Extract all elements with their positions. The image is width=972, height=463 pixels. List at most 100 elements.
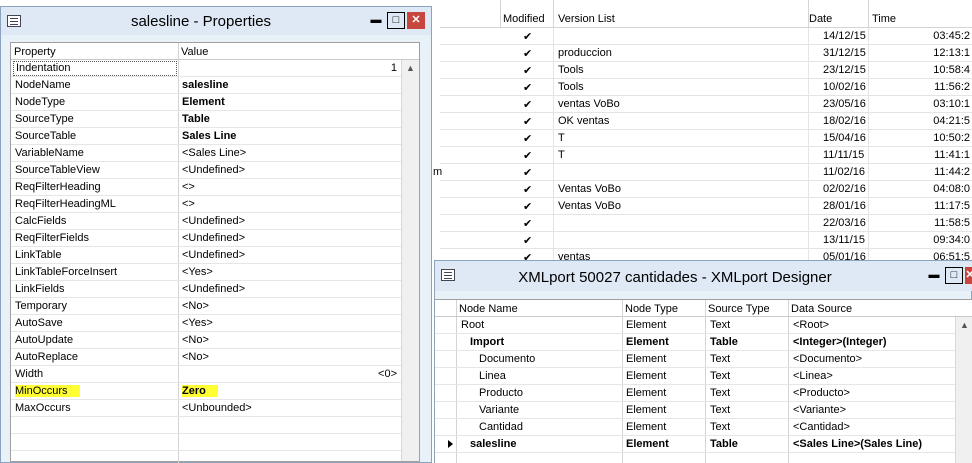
property-row[interactable]: AutoReplace <No> bbox=[11, 349, 401, 366]
minimize-button[interactable]: ▬ bbox=[925, 267, 943, 284]
properties-window: salesline - Properties ▬ □ ✕ Property Va… bbox=[0, 6, 432, 463]
background-list-row[interactable]: ✔ produccion 31/12/15 12:13:1 bbox=[440, 45, 972, 62]
property-row[interactable]: NodeName salesline bbox=[11, 77, 401, 94]
background-list-row[interactable]: ✔ 14/12/15 03:45:2 bbox=[440, 28, 972, 45]
property-value[interactable]: <> bbox=[182, 181, 195, 193]
xmlport-node-row[interactable]: salesline Element Table <Sales Line>(Sales … bbox=[435, 436, 955, 453]
scroll-up-icon[interactable]: ▲ bbox=[960, 320, 969, 330]
property-row[interactable]: Temporary <No> bbox=[11, 298, 401, 315]
property-value[interactable]: <Undefined> bbox=[182, 232, 245, 244]
background-list-row[interactable]: ✔ Tools 23/12/15 10:58:4 bbox=[440, 62, 972, 79]
property-row[interactable]: MaxOccurs <Unbounded> bbox=[11, 400, 401, 417]
xmlport-scrollbar[interactable]: ▲ bbox=[955, 317, 972, 463]
property-value[interactable]: <Sales Line> bbox=[182, 147, 246, 159]
property-value[interactable]: <Undefined> bbox=[182, 164, 245, 176]
node-type-cell: Element bbox=[626, 336, 669, 348]
minimize-button[interactable]: ▬ bbox=[367, 12, 385, 29]
property-value[interactable]: Table bbox=[182, 113, 210, 125]
xmlport-node-row[interactable]: Variante Element Text <Variante> bbox=[435, 402, 955, 419]
property-value[interactable]: <0> bbox=[378, 368, 397, 380]
background-list-row[interactable]: ✔ T 11/11/15 11:41:1 bbox=[440, 147, 972, 164]
property-row[interactable]: LinkFields <Undefined> bbox=[11, 281, 401, 298]
property-row[interactable]: ReqFilterFields <Undefined> bbox=[11, 230, 401, 247]
background-list-row[interactable]: ✔ Ventas VoBo 28/01/16 11:17:5 bbox=[440, 198, 972, 215]
property-row[interactable]: Width <0> bbox=[11, 366, 401, 383]
property-value[interactable]: Sales Line bbox=[182, 130, 236, 142]
property-row[interactable]: AutoSave <Yes> bbox=[11, 315, 401, 332]
property-name: VariableName bbox=[15, 147, 84, 159]
time-cell: 09:34:0 bbox=[933, 234, 970, 246]
xmlport-node-row[interactable]: Linea Element Text <Linea> bbox=[435, 368, 955, 385]
property-value[interactable]: Zero bbox=[182, 385, 218, 397]
property-row[interactable]: VariableName <Sales Line> bbox=[11, 145, 401, 162]
property-value[interactable]: <Undefined> bbox=[182, 283, 245, 295]
column-header-time[interactable]: Time bbox=[872, 13, 896, 25]
property-row[interactable]: Indentation 1 bbox=[11, 60, 401, 77]
property-row[interactable]: LinkTable <Undefined> bbox=[11, 247, 401, 264]
background-list-row[interactable]: ✔ 11/02/16 11:44:2 bbox=[440, 164, 972, 181]
background-list-row[interactable]: ✔ OK ventas 18/02/16 04:21:5 bbox=[440, 113, 972, 130]
property-name: LinkTable bbox=[15, 249, 62, 261]
close-button[interactable]: ✕ bbox=[965, 267, 972, 284]
node-type-cell: Element bbox=[626, 387, 667, 399]
close-button[interactable]: ✕ bbox=[407, 12, 425, 29]
property-row[interactable]: CalcFields <Undefined> bbox=[11, 213, 401, 230]
property-value[interactable]: <Undefined> bbox=[182, 249, 245, 261]
column-header-node-type[interactable]: Node Type bbox=[625, 303, 678, 315]
properties-title-bar[interactable]: salesline - Properties ▬ □ ✕ bbox=[1, 7, 431, 35]
xmlport-node-row[interactable]: Producto Element Text <Producto> bbox=[435, 385, 955, 402]
modified-checkmark-icon: ✔ bbox=[523, 235, 533, 247]
property-row[interactable]: LinkTableForceInsert <Yes> bbox=[11, 264, 401, 281]
property-value[interactable]: <> bbox=[182, 198, 195, 210]
column-header-version-list[interactable]: Version List bbox=[558, 13, 615, 25]
column-header-source-type[interactable]: Source Type bbox=[708, 303, 770, 315]
maximize-button[interactable]: □ bbox=[387, 12, 405, 29]
background-list-row[interactable]: ✔ Ventas VoBo 02/02/16 04:08:0 bbox=[440, 181, 972, 198]
property-value[interactable]: Element bbox=[182, 96, 225, 108]
property-row[interactable]: SourceTable Sales Line bbox=[11, 128, 401, 145]
property-value[interactable]: <Unbounded> bbox=[182, 402, 252, 414]
data-source-cell: <Producto> bbox=[793, 387, 850, 399]
column-header-data-source[interactable]: Data Source bbox=[791, 303, 852, 315]
xmlport-window-title: XMLport 50027 cantidades - XMLport Desig… bbox=[518, 269, 832, 286]
node-name-cell: Import bbox=[470, 336, 505, 348]
column-header-date[interactable]: Date bbox=[809, 13, 832, 25]
background-list-row[interactable]: ✔ 22/03/16 11:58:5 bbox=[440, 215, 972, 232]
property-row[interactable]: ReqFilterHeadingML <> bbox=[11, 196, 401, 213]
column-header-value[interactable]: Value bbox=[181, 46, 208, 58]
property-row[interactable]: NodeType Element bbox=[11, 94, 401, 111]
property-row[interactable]: SourceType Table bbox=[11, 111, 401, 128]
property-value[interactable]: <No> bbox=[182, 334, 209, 346]
property-row[interactable]: SourceTableView <Undefined> bbox=[11, 162, 401, 179]
property-row[interactable]: MinOccurs Zero bbox=[11, 383, 401, 400]
background-list-row[interactable]: ✔ ventas VoBo 23/05/16 03:10:1 bbox=[440, 96, 972, 113]
property-value[interactable]: salesline bbox=[182, 79, 228, 91]
column-header-property[interactable]: Property bbox=[14, 46, 56, 58]
scroll-up-icon[interactable]: ▲ bbox=[406, 63, 415, 73]
background-list-row[interactable]: ✔ T 15/04/16 10:50:2 bbox=[440, 130, 972, 147]
xmlport-node-row[interactable]: Import Element Table <Integer>(Integer) bbox=[435, 334, 955, 351]
property-row[interactable]: ReqFilterHeading <> bbox=[11, 179, 401, 196]
time-cell: 11:41:1 bbox=[934, 149, 970, 161]
background-list-row[interactable]: ✔ 13/11/15 09:34:0 bbox=[440, 232, 972, 249]
current-row-arrow-icon bbox=[448, 440, 453, 448]
property-value[interactable]: <No> bbox=[182, 300, 209, 312]
property-value[interactable]: <Undefined> bbox=[182, 215, 245, 227]
background-list-row[interactable]: ✔ Tools 10/02/16 11:56:2 bbox=[440, 79, 972, 96]
maximize-button[interactable]: □ bbox=[945, 267, 963, 284]
column-header-modified[interactable]: Modified bbox=[503, 13, 545, 25]
property-row[interactable]: AutoUpdate <No> bbox=[11, 332, 401, 349]
xmlport-node-row[interactable]: Documento Element Text <Documento> bbox=[435, 351, 955, 368]
properties-scrollbar[interactable]: ▲ bbox=[401, 60, 419, 461]
empty-row bbox=[11, 417, 401, 434]
property-value[interactable]: <No> bbox=[182, 351, 209, 363]
xmlport-node-row[interactable]: Cantidad Element Text <Cantidad> bbox=[435, 419, 955, 436]
column-header-node-name[interactable]: Node Name bbox=[459, 303, 518, 315]
xmlport-title-bar[interactable]: XMLport 50027 cantidades - XMLport Desig… bbox=[435, 261, 972, 291]
property-value[interactable]: 1 bbox=[391, 62, 397, 74]
highlighted-property-name: MinOccurs bbox=[15, 385, 80, 397]
property-name: Temporary bbox=[15, 300, 67, 312]
property-value[interactable]: <Yes> bbox=[182, 317, 213, 329]
xmlport-node-row[interactable]: Root Element Text <Root> bbox=[435, 317, 955, 334]
property-value[interactable]: <Yes> bbox=[182, 266, 213, 278]
